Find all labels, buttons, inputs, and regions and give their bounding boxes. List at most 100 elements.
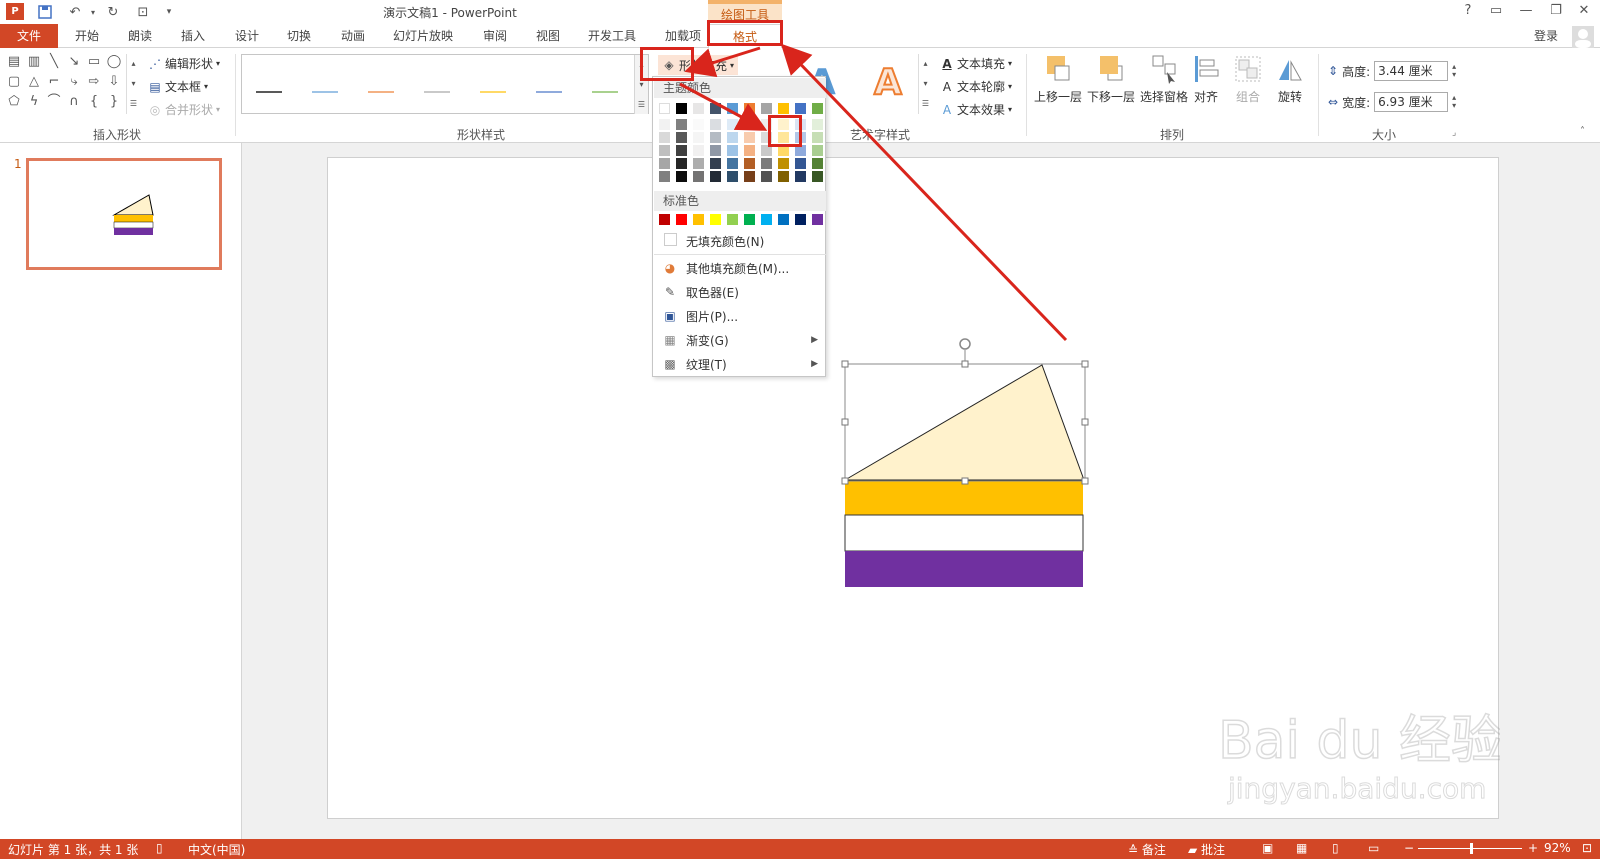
right-brace-shape-icon[interactable]: } [106, 94, 122, 110]
freeform-shape-icon[interactable]: ⬠ [6, 94, 22, 110]
theme-color-shade-swatch[interactable] [778, 158, 789, 169]
theme-color-shade-swatch[interactable] [693, 145, 704, 156]
theme-color-shade-swatch[interactable] [744, 132, 755, 143]
theme-color-swatch[interactable] [693, 103, 704, 114]
standard-color-swatch[interactable] [676, 214, 687, 225]
theme-color-shade-swatch[interactable] [676, 119, 687, 130]
theme-color-shade-swatch[interactable] [744, 158, 755, 169]
standard-color-swatch[interactable] [812, 214, 823, 225]
height-input[interactable]: 3.44 厘米 [1374, 61, 1449, 81]
line-style-sample[interactable] [256, 91, 282, 93]
height-spinner-icon[interactable]: ▴ ▾ [1452, 63, 1456, 79]
width-spinner-icon[interactable]: ▴ ▾ [1452, 94, 1456, 110]
textbox-shape-icon[interactable]: ▤ [6, 54, 22, 70]
rounded-rectangle-shape-icon[interactable]: ▢ [6, 74, 22, 90]
down-arrow-shape-icon[interactable]: ⇩ [106, 74, 122, 90]
slide-canvas[interactable]: Bai du 经验 jingyan.baidu.com [327, 157, 1500, 819]
align-button[interactable]: 对齐 [1186, 54, 1226, 105]
theme-color-swatch[interactable] [659, 103, 670, 114]
rectangle-shape-icon[interactable]: ▭ [86, 54, 102, 70]
normal-view-icon[interactable]: ▣ [1262, 841, 1273, 855]
theme-color-shade-swatch[interactable] [727, 119, 738, 130]
merge-shapes-button[interactable]: ◎ 合并形状 ▾ [148, 101, 220, 118]
reading-view-icon[interactable]: ▯ [1332, 841, 1339, 855]
slideshow-view-icon[interactable]: ▭ [1368, 841, 1379, 855]
gradient-fill-item[interactable]: ▦ 渐变(G) ▶ [654, 329, 826, 351]
theme-color-shade-swatch[interactable] [710, 171, 721, 182]
notes-button[interactable]: ≙ 备注 [1128, 841, 1166, 858]
text-outline-button[interactable]: A 文本轮廓 ▾ [940, 78, 1012, 95]
line-style-sample[interactable] [368, 91, 394, 93]
width-input[interactable]: 6.93 厘米 [1374, 92, 1449, 112]
minimize-icon[interactable]: — [1516, 3, 1536, 18]
shapes-gallery-scroll[interactable]: ▴ ▾ ☰ [126, 54, 140, 114]
line-style-sample[interactable] [592, 91, 618, 93]
tab-animations[interactable]: 动画 [341, 27, 365, 44]
standard-color-swatch[interactable] [744, 214, 755, 225]
line-style-sample[interactable] [480, 91, 506, 93]
arc-shape-icon[interactable]: ⌒ [46, 94, 62, 110]
theme-color-shade-swatch[interactable] [676, 158, 687, 169]
login-link[interactable]: 登录 [1534, 27, 1558, 44]
rotate-button[interactable]: 旋转 [1270, 54, 1310, 105]
tab-review[interactable]: 审阅 [483, 27, 507, 44]
right-arrow-shape-icon[interactable]: ⇨ [86, 74, 102, 90]
shape-styles-gallery[interactable]: ▴ ▾ ☰ [241, 54, 649, 114]
tab-design[interactable]: 设计 [235, 27, 259, 44]
theme-color-shade-swatch[interactable] [727, 158, 738, 169]
collapse-ribbon-icon[interactable]: ˄ [1580, 126, 1585, 137]
theme-color-shade-swatch[interactable] [727, 132, 738, 143]
send-backward-button[interactable]: 下移一层 [1085, 54, 1137, 105]
rotate-handle-icon[interactable] [959, 338, 971, 350]
wordart-style-orange[interactable]: A [873, 61, 903, 104]
theme-color-shade-swatch[interactable] [744, 145, 755, 156]
standard-color-swatch[interactable] [795, 214, 806, 225]
language-indicator[interactable]: 中文(中国) [188, 841, 245, 858]
theme-color-shade-swatch[interactable] [676, 171, 687, 182]
theme-color-shade-swatch[interactable] [795, 171, 806, 182]
picture-fill-item[interactable]: ▣ 图片(P)... [654, 305, 826, 327]
theme-color-swatch[interactable] [812, 103, 823, 114]
theme-color-shade-swatch[interactable] [727, 171, 738, 182]
standard-color-swatch[interactable] [727, 214, 738, 225]
theme-color-shade-swatch[interactable] [761, 171, 772, 182]
theme-color-shade-swatch[interactable] [710, 145, 721, 156]
theme-color-swatch[interactable] [795, 103, 806, 114]
text-box-button[interactable]: ▤ 文本框 ▾ [148, 78, 208, 95]
no-fill-item[interactable]: 无填充颜色(N) [654, 230, 826, 252]
group-button[interactable]: 组合 [1228, 54, 1268, 105]
triangle-shape-selected[interactable] [843, 364, 1085, 481]
ribbon-display-icon[interactable]: ▭ [1486, 3, 1506, 18]
theme-color-shade-swatch[interactable] [812, 158, 823, 169]
theme-color-shade-swatch[interactable] [795, 158, 806, 169]
selection-pane-button[interactable]: 选择窗格 [1138, 54, 1190, 105]
theme-color-swatch[interactable] [676, 103, 687, 114]
line-style-sample[interactable] [424, 91, 450, 93]
restore-icon[interactable]: ❐ [1546, 3, 1566, 18]
theme-color-shade-swatch[interactable] [812, 119, 823, 130]
zoom-slider-thumb[interactable] [1470, 843, 1473, 854]
zoom-out-icon[interactable]: − [1404, 841, 1414, 855]
eyedropper-item[interactable]: ✎ 取色器(E) [654, 281, 826, 303]
theme-color-shade-swatch[interactable] [659, 158, 670, 169]
theme-color-shade-swatch[interactable] [744, 119, 755, 130]
standard-color-swatch[interactable] [761, 214, 772, 225]
comments-button[interactable]: ▰ 批注 [1188, 841, 1225, 858]
zoom-level[interactable]: 92% [1544, 841, 1571, 855]
standard-color-swatch[interactable] [693, 214, 704, 225]
bring-forward-button[interactable]: 上移一层 [1032, 54, 1084, 105]
insert-shapes-gallery[interactable]: ▤ ▥ ╲ ↘ ▭ ◯ ▢ △ ⌐ ⤷ ⇨ ⇩ ⬠ ϟ ⌒ ∩ { } ▴ ▾ ☰ [6, 54, 142, 114]
tab-developer[interactable]: 开发工具 [588, 27, 636, 44]
theme-color-swatch[interactable] [710, 103, 721, 114]
more-fill-colors-item[interactable]: ◕ 其他填充颜色(M)... [654, 257, 826, 279]
theme-color-shade-swatch[interactable] [659, 132, 670, 143]
tab-addins[interactable]: 加载项 [665, 27, 701, 44]
theme-color-shade-swatch[interactable] [659, 171, 670, 182]
spell-check-icon[interactable]: ▯ [156, 841, 163, 855]
slide-thumbnail[interactable] [26, 158, 222, 270]
text-effects-button[interactable]: A 文本效果 ▾ [940, 101, 1012, 118]
triangle-shape-icon[interactable]: △ [26, 74, 42, 90]
gallery-more-icon[interactable]: ☰ [634, 95, 648, 114]
line-style-sample[interactable] [312, 91, 338, 93]
theme-color-shade-swatch[interactable] [710, 132, 721, 143]
